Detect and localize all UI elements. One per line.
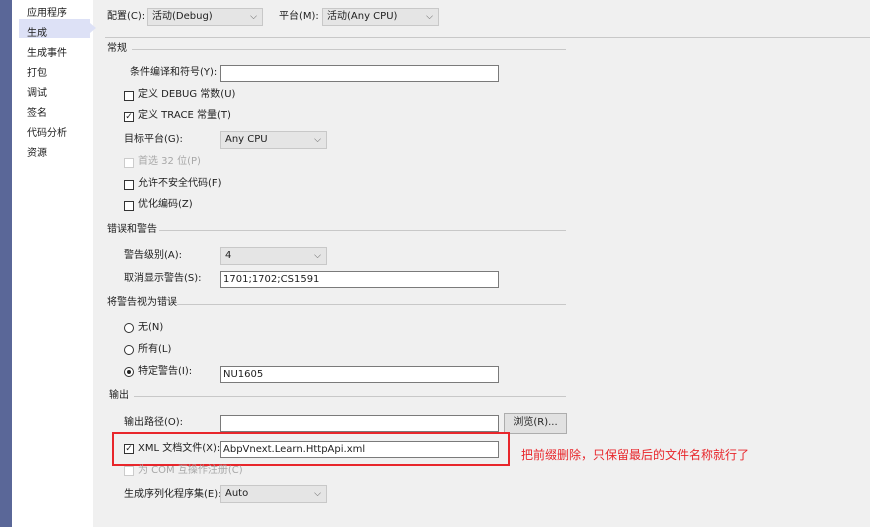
sidebar-item-signing[interactable]: 签名 xyxy=(27,104,47,119)
level-value: 4 xyxy=(225,250,232,261)
cond-label: 条件编译和符号(Y): xyxy=(130,67,218,78)
window-edge xyxy=(0,0,12,527)
trace-checkbox[interactable]: ✓ xyxy=(124,112,134,122)
target-label: 目标平台(G): xyxy=(124,134,183,145)
suppress-input[interactable]: 1701;1702;CS1591 xyxy=(220,271,499,288)
unsafe-label: 允许不安全代码(F) xyxy=(138,178,222,189)
debug-label: 定义 DEBUG 常数(U) xyxy=(138,89,236,100)
chevron-down-icon: ⌵ xyxy=(314,489,321,499)
section-output: 输出 xyxy=(109,390,129,401)
sidebar: 应用程序 生成 生成事件 打包 调试 签名 代码分析 资源 xyxy=(12,0,96,527)
specific-input[interactable]: NU1605 xyxy=(220,366,499,383)
all-radio[interactable] xyxy=(124,345,134,355)
platform-value: 活动(Any CPU) xyxy=(327,11,398,22)
divider xyxy=(134,396,566,397)
chevron-down-icon: ⌵ xyxy=(314,251,321,261)
serial-select[interactable]: Auto ⌵ xyxy=(220,485,327,503)
sidebar-item-package[interactable]: 打包 xyxy=(27,64,47,79)
serial-label: 生成序列化程序集(E): xyxy=(124,489,222,500)
browse-button[interactable]: 浏览(R)... xyxy=(504,413,567,434)
suppress-label: 取消显示警告(S): xyxy=(124,273,202,284)
path-label: 输出路径(O): xyxy=(124,417,184,428)
target-select[interactable]: Any CPU ⌵ xyxy=(220,131,327,149)
sidebar-item-debug[interactable]: 调试 xyxy=(27,84,47,99)
section-general: 常规 xyxy=(107,43,127,54)
platform-label: 平台(M): xyxy=(279,11,319,22)
sidebar-item-resources[interactable]: 资源 xyxy=(27,144,47,159)
specific-radio[interactable] xyxy=(124,367,134,377)
prefer32-label: 首选 32 位(P) xyxy=(138,156,201,167)
sidebar-item-application[interactable]: 应用程序 xyxy=(27,4,67,19)
target-value: Any CPU xyxy=(225,134,268,145)
unsafe-checkbox[interactable] xyxy=(124,180,134,190)
xml-doc-input[interactable]: AbpVnext.Learn.HttpApi.xml xyxy=(220,441,499,458)
optimize-label: 优化编码(Z) xyxy=(138,199,193,210)
chevron-down-icon: ⌵ xyxy=(426,12,433,22)
none-label: 无(N) xyxy=(138,322,164,333)
section-treat: 将警告视为错误 xyxy=(107,297,177,308)
divider xyxy=(132,49,566,50)
none-radio[interactable] xyxy=(124,323,134,333)
xml-doc-label: XML 文档文件(X): xyxy=(138,443,221,454)
config-value: 活动(Debug) xyxy=(152,11,213,22)
annotation-text: 把前缀删除，只保留最后的文件名称就行了 xyxy=(521,448,750,462)
config-select[interactable]: 活动(Debug) ⌵ xyxy=(147,8,263,26)
sidebar-item-build[interactable]: 生成 xyxy=(27,24,47,39)
com-checkbox xyxy=(124,466,134,476)
divider xyxy=(159,230,566,231)
config-label: 配置(C): xyxy=(107,11,146,22)
platform-select[interactable]: 活动(Any CPU) ⌵ xyxy=(322,8,439,26)
section-errors: 错误和警告 xyxy=(107,224,157,235)
level-select[interactable]: 4 ⌵ xyxy=(220,247,327,265)
specific-label: 特定警告(I): xyxy=(138,366,193,377)
sidebar-item-build-events[interactable]: 生成事件 xyxy=(27,44,67,59)
com-label: 为 COM 互操作注册(C) xyxy=(138,465,243,476)
chevron-down-icon: ⌵ xyxy=(314,135,321,145)
all-label: 所有(L) xyxy=(138,344,172,355)
serial-value: Auto xyxy=(225,488,249,499)
trace-label: 定义 TRACE 常量(T) xyxy=(138,110,231,121)
divider xyxy=(177,304,566,305)
xml-doc-checkbox[interactable]: ✓ xyxy=(124,444,134,454)
sidebar-item-code-analysis[interactable]: 代码分析 xyxy=(27,124,67,139)
cond-symbols-input[interactable] xyxy=(220,65,499,82)
divider xyxy=(105,37,870,38)
optimize-checkbox[interactable] xyxy=(124,201,134,211)
level-label: 警告级别(A): xyxy=(124,250,183,261)
chevron-down-icon: ⌵ xyxy=(250,12,257,22)
prefer32-checkbox xyxy=(124,158,134,168)
output-path-input[interactable] xyxy=(220,415,499,432)
debug-checkbox[interactable] xyxy=(124,91,134,101)
